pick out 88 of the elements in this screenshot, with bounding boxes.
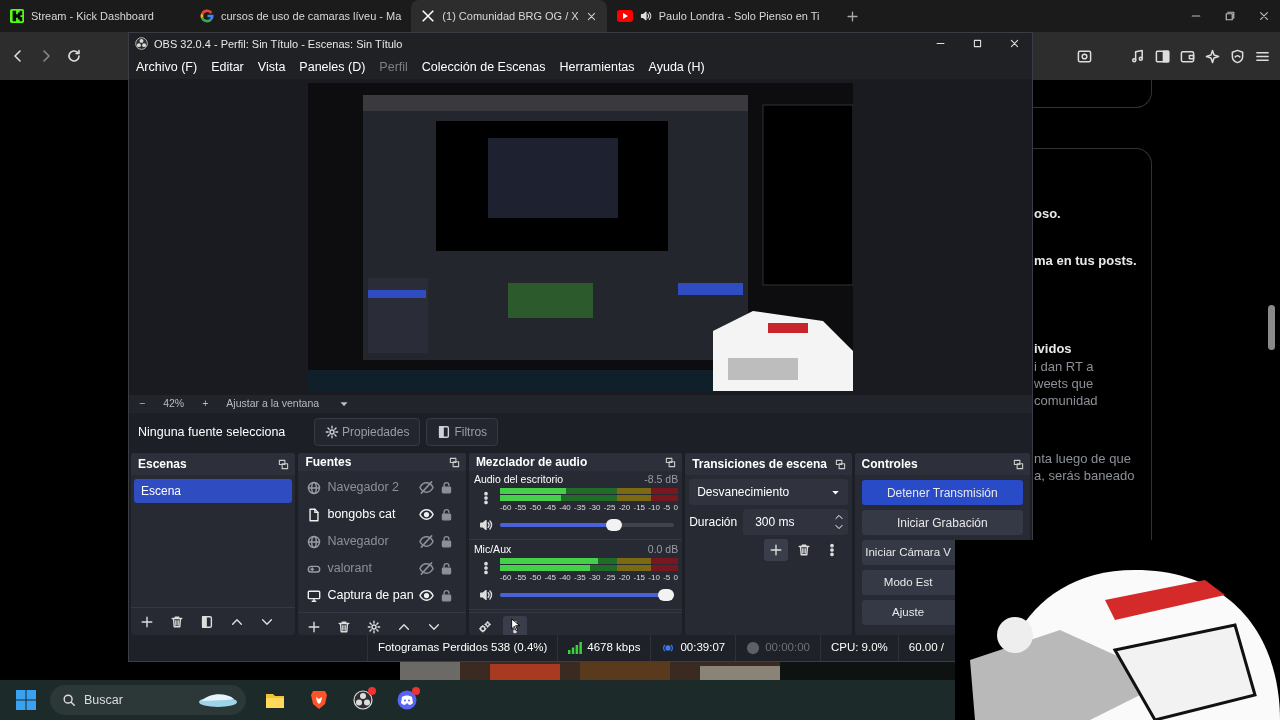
- source-item[interactable]: Navegador: [301, 529, 463, 554]
- rule-text: weets que: [1034, 375, 1094, 392]
- menu-item[interactable]: Ayuda (H): [648, 57, 705, 77]
- properties-button[interactable]: Propiedades: [314, 418, 421, 447]
- menu-item[interactable]: Paneles (D): [299, 57, 366, 77]
- meter-tick-label: -40: [559, 572, 571, 584]
- meter-tick-label: -55: [514, 572, 527, 584]
- control-button[interactable]: Detener Transmisión: [861, 480, 1023, 505]
- status-text: 00:00:00: [765, 640, 810, 656]
- meter-tick-label: -50: [529, 572, 542, 584]
- control-button[interactable]: Ajuste: [861, 600, 955, 625]
- panel-title: Mezclador de audio: [475, 454, 588, 471]
- source-name: Navegador 2: [327, 479, 400, 497]
- zoom-out-button[interactable]: −: [139, 396, 146, 412]
- browser-tab[interactable]: Stream - Kick Dashboard: [0, 0, 190, 32]
- panel-title: Escenas: [138, 456, 187, 473]
- source-name: Captura de pan: [327, 587, 414, 605]
- meter-tick-label: -15: [633, 502, 646, 514]
- panel-title: Transiciones de escena: [692, 456, 827, 473]
- control-button[interactable]: Iniciar Grabación: [861, 510, 1023, 535]
- meter-tick-label: -25: [603, 502, 616, 514]
- rule-text: i dan RT a: [1034, 358, 1094, 375]
- meter-tick-label: -10: [648, 572, 660, 584]
- source-item[interactable]: Captura de pan: [301, 583, 463, 608]
- meter-tick-label: -35: [574, 502, 586, 514]
- status-text: 60.00 /: [908, 640, 944, 656]
- rule-text: a, serás baneado: [1034, 467, 1135, 484]
- meter-tick-label: -60: [499, 572, 512, 584]
- meter-tick-label: -25: [603, 572, 616, 584]
- meter-tick-label: -20: [618, 572, 631, 584]
- menu-item[interactable]: Archivo (F): [136, 57, 198, 77]
- control-button[interactable]: Modo Est: [861, 570, 955, 595]
- duration-label: Duración: [689, 514, 738, 531]
- zoom-in-button[interactable]: +: [202, 396, 209, 412]
- meter-tick-label: -45: [544, 502, 556, 514]
- source-item[interactable]: bongobs cat: [301, 502, 463, 527]
- status-text: 00:39:07: [680, 640, 726, 656]
- rule-text: nta luego de que: [1034, 450, 1131, 467]
- meter-tick-label: -15: [633, 572, 646, 584]
- source-item[interactable]: Navegador 2: [301, 475, 463, 500]
- volume-reading: 0.0 dB: [647, 542, 679, 558]
- meter-tick-label: -55: [514, 502, 527, 514]
- channel-name: Mic/Aux: [473, 542, 512, 558]
- menu-item[interactable]: Vista: [257, 57, 286, 77]
- status-text: 4678 kbps: [587, 640, 641, 656]
- window-title: OBS 32.0.4 - Perfil: Sin Título - Escenas: Sin Título: [154, 36, 403, 52]
- meter-tick-label: -30: [588, 502, 601, 514]
- browser-tab[interactable]: cursos de uso de camaras líveu - Ma: [190, 0, 412, 32]
- meter-tick-label: -5: [663, 502, 671, 514]
- rule-title: oso.: [1034, 205, 1061, 223]
- scene-item[interactable]: Escena: [134, 479, 293, 503]
- source-name: valorant: [327, 560, 373, 578]
- transition-dropdown[interactable]: Desvanecimiento: [689, 479, 848, 505]
- filters-button[interactable]: Filtros: [426, 418, 499, 447]
- channel-name: Audio del escritorio: [473, 472, 564, 488]
- status-text: Fotogramas Perdidos 538 (0.4%): [377, 640, 548, 656]
- zoom-level: 42%: [163, 396, 185, 412]
- panel-title: Fuentes: [305, 454, 352, 471]
- menu-item[interactable]: Colección de Escenas: [421, 57, 546, 77]
- menu-item[interactable]: Editar: [211, 57, 244, 77]
- browser-tab[interactable]: Paulo Londra - Solo Pienso en Ti: [606, 0, 830, 32]
- meter-tick-label: -60: [499, 502, 512, 514]
- search-field[interactable]: Buscar: [50, 685, 246, 715]
- meter-tick-label: 0: [673, 502, 678, 514]
- meter-tick-label: -10: [648, 502, 660, 514]
- control-button[interactable]: Iniciar Cámara V: [861, 540, 955, 565]
- meter-tick-label: -20: [618, 502, 631, 514]
- panel-title: Controles: [861, 456, 918, 473]
- browser-tab[interactable]: (1) Comunidad BRG OG / X: [411, 0, 607, 32]
- rule-text: comunidad: [1034, 392, 1098, 409]
- selection-status: Ninguna fuente selecciona: [138, 423, 287, 441]
- status-text: CPU: 9.0%: [830, 640, 888, 656]
- meter-tick-label: -50: [529, 502, 542, 514]
- meter-tick-label: -30: [588, 572, 601, 584]
- fit-to-window-button[interactable]: Ajustar a la ventana: [226, 396, 320, 412]
- duration-field[interactable]: 300 ms: [743, 509, 848, 535]
- meter-tick-label: -5: [663, 572, 671, 584]
- meter-tick-label: 0: [673, 572, 678, 584]
- source-item[interactable]: valorant: [301, 556, 463, 581]
- meter-tick-label: -45: [544, 572, 556, 584]
- volume-reading: -8.5 dB: [644, 472, 679, 488]
- rule-title: ividos: [1034, 340, 1072, 358]
- meter-tick-label: -35: [574, 572, 586, 584]
- source-name: Navegador: [327, 533, 390, 551]
- menu-item[interactable]: Herramientas: [559, 57, 635, 77]
- rule-title: ma en tus posts.: [1034, 252, 1137, 270]
- source-name: bongobs cat: [327, 506, 397, 524]
- meter-tick-label: -40: [559, 502, 571, 514]
